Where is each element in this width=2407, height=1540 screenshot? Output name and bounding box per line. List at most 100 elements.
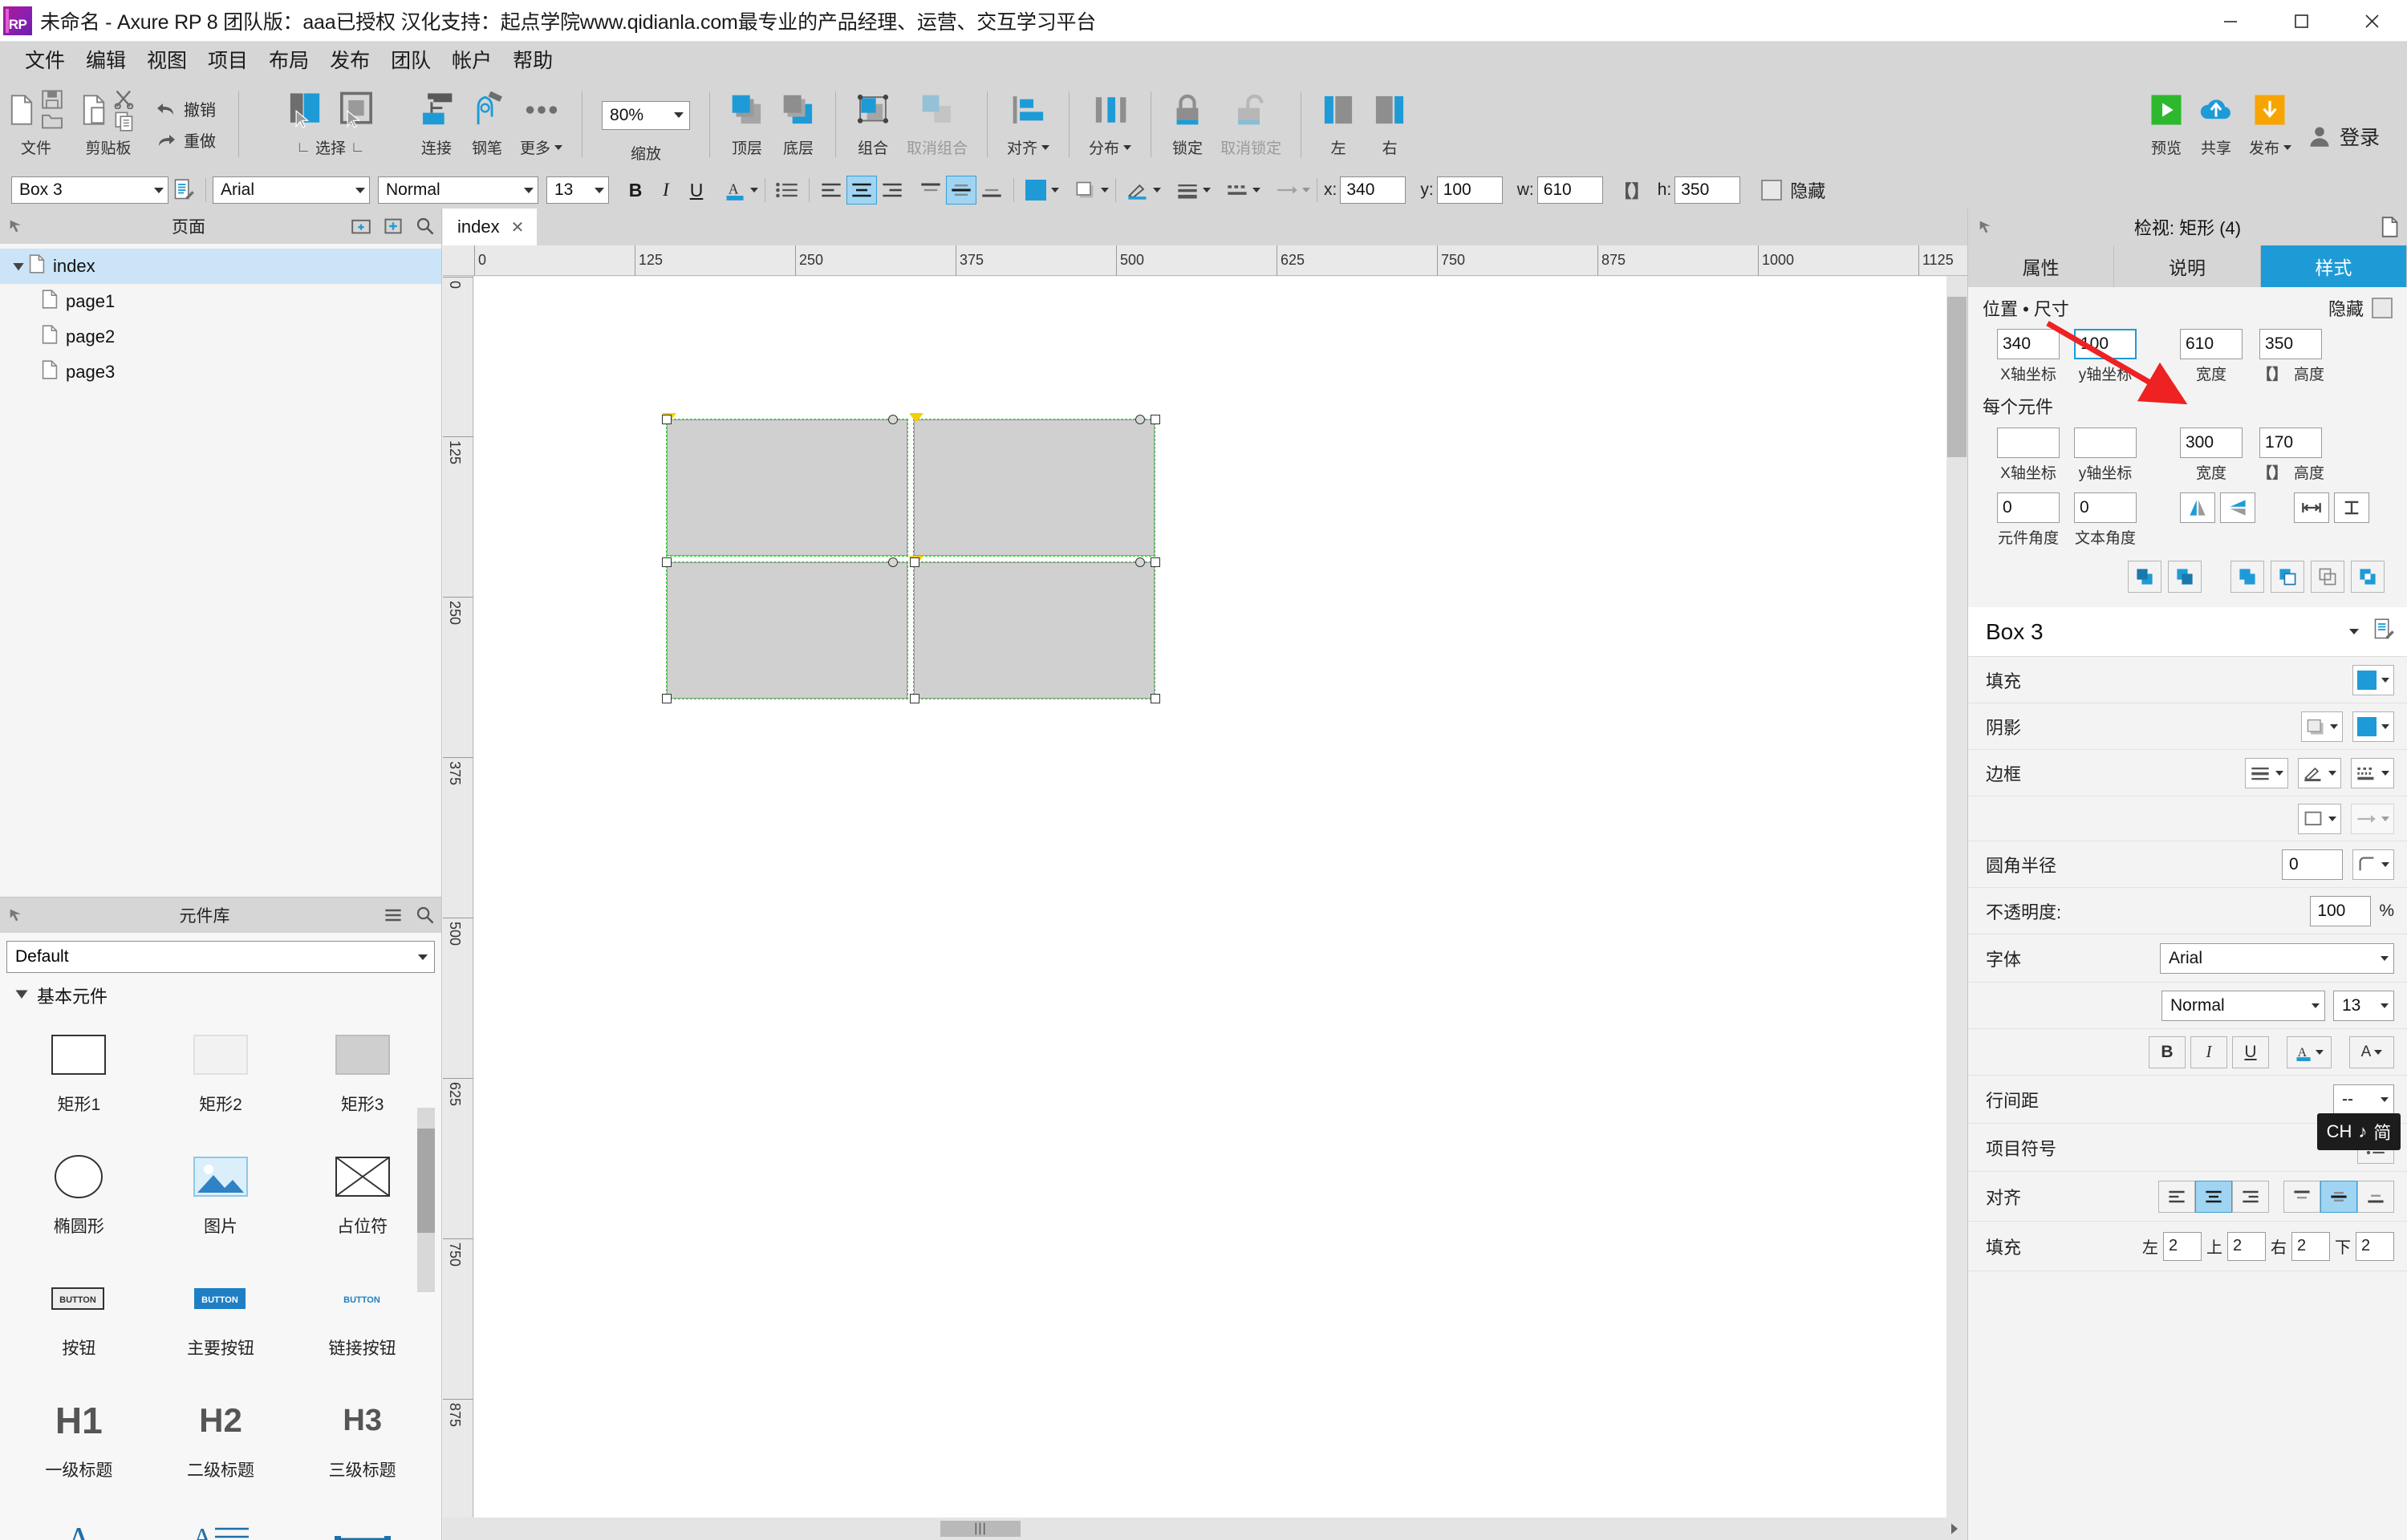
library-widget-rect1[interactable]: 矩形1 bbox=[8, 1013, 150, 1135]
font-size-select[interactable]: 13 bbox=[546, 176, 609, 204]
menu-publish[interactable]: 发布 bbox=[319, 42, 380, 77]
pages-collapse-icon[interactable] bbox=[0, 209, 32, 244]
library-scroll-thumb[interactable] bbox=[417, 1129, 435, 1233]
valign-bottom-button[interactable] bbox=[976, 176, 1007, 205]
border-sides-picker[interactable] bbox=[2298, 803, 2341, 834]
toolbar-preview[interactable]: 预览 bbox=[2141, 77, 2191, 172]
inspector-underline-button[interactable]: U bbox=[2232, 1035, 2269, 1068]
rotate-handle[interactable] bbox=[909, 413, 923, 423]
list-button[interactable] bbox=[772, 176, 802, 205]
toolbar-ungroup[interactable]: 取消组合 bbox=[899, 77, 976, 172]
inspector-bold-button[interactable]: B bbox=[2149, 1035, 2186, 1068]
inspector-h-input[interactable]: 350 bbox=[2259, 329, 2323, 359]
each-w-input[interactable]: 300 bbox=[2180, 428, 2243, 458]
resize-handle-corner[interactable] bbox=[910, 557, 919, 567]
library-widget-h1[interactable]: H1 一级标题 bbox=[8, 1379, 150, 1501]
library-widget-ellipse[interactable]: 椭圆形 bbox=[8, 1135, 150, 1257]
flip-horizontal-button[interactable] bbox=[2180, 492, 2215, 523]
fill-color-button[interactable] bbox=[1021, 176, 1059, 205]
toolbar-share[interactable]: 共享 bbox=[2191, 77, 2241, 172]
library-select[interactable]: Default bbox=[6, 941, 435, 973]
underline-button[interactable]: U bbox=[681, 176, 712, 205]
toolbar-distribute[interactable]: 分布 bbox=[1081, 77, 1139, 172]
library-widget-rect3[interactable]: 矩形3 bbox=[291, 1013, 433, 1135]
scroll-right-arrow-icon[interactable] bbox=[1948, 1522, 1961, 1539]
resize-handle-corner[interactable] bbox=[1151, 557, 1160, 567]
menu-view[interactable]: 视图 bbox=[136, 42, 197, 77]
toolbar-login[interactable]: 登录 bbox=[2299, 77, 2407, 172]
distribute-vertical-button[interactable] bbox=[2334, 492, 2369, 523]
library-widget-text[interactable]: A bbox=[8, 1501, 150, 1540]
pages-add-page-icon[interactable] bbox=[377, 209, 409, 244]
inspector-w-input[interactable]: 610 bbox=[2180, 329, 2243, 359]
text-rotation-input[interactable]: 0 bbox=[2074, 492, 2137, 523]
menu-edit[interactable]: 编辑 bbox=[75, 42, 136, 77]
inspector-doc-icon[interactable] bbox=[2372, 217, 2407, 237]
h-input[interactable]: 350 bbox=[1674, 176, 1741, 204]
resize-handle-mid[interactable] bbox=[1135, 557, 1145, 567]
padding-left-input[interactable]: 2 bbox=[2163, 1231, 2202, 1261]
pages-add-folder-icon[interactable] bbox=[345, 209, 377, 244]
border-style-picker[interactable] bbox=[2351, 757, 2394, 788]
page-tree-item-page2[interactable]: page2 bbox=[0, 319, 441, 355]
align-left-button[interactable] bbox=[816, 176, 846, 205]
canvas-hscroll-thumb[interactable]: ||| bbox=[940, 1521, 1021, 1537]
inspector-font-color-button[interactable]: A bbox=[2287, 1035, 2332, 1068]
shadow-color-picker[interactable] bbox=[2352, 711, 2394, 742]
library-widget-paragraph[interactable]: A bbox=[150, 1501, 292, 1540]
style-editor-button[interactable] bbox=[168, 176, 199, 205]
page-tree-item-page3[interactable]: page3 bbox=[0, 355, 441, 390]
exclude-button[interactable] bbox=[2351, 561, 2385, 593]
tab-notes[interactable]: 说明 bbox=[2114, 245, 2261, 287]
widget-rotation-input[interactable]: 0 bbox=[1997, 492, 2060, 523]
resize-handle-corner[interactable] bbox=[910, 694, 919, 703]
valign-middle-button[interactable] bbox=[946, 176, 976, 205]
menu-file[interactable]: 文件 bbox=[14, 42, 75, 77]
inspector-align-center-button[interactable] bbox=[2195, 1180, 2232, 1213]
y-input[interactable]: 100 bbox=[1436, 176, 1503, 204]
canvas-vscroll-thumb[interactable] bbox=[1947, 297, 1967, 457]
inspector-font-size-select[interactable]: 13 bbox=[2333, 990, 2394, 1021]
toolbar-left[interactable]: 左 bbox=[1313, 77, 1364, 172]
align-center-button[interactable] bbox=[846, 176, 877, 205]
close-button[interactable] bbox=[2336, 0, 2407, 42]
aspect-lock-icon[interactable]: 【】 bbox=[2257, 363, 2287, 384]
border-color-picker[interactable] bbox=[2298, 757, 2341, 788]
library-widget-h3[interactable]: H3 三级标题 bbox=[291, 1379, 433, 1501]
inspector-valign-middle-button[interactable] bbox=[2320, 1180, 2357, 1213]
inspector-collapse-icon[interactable] bbox=[1968, 218, 2003, 236]
search-icon[interactable] bbox=[409, 898, 441, 933]
redo-button[interactable]: 重做 bbox=[152, 127, 219, 153]
menu-project[interactable]: 项目 bbox=[197, 42, 258, 77]
resize-handle-mid[interactable] bbox=[1135, 415, 1145, 424]
arrow-ends-picker[interactable] bbox=[2351, 803, 2394, 834]
chevron-down-icon[interactable] bbox=[2349, 629, 2359, 634]
opacity-input[interactable]: 100 bbox=[2310, 895, 2372, 926]
toolbar-align[interactable]: 对齐 bbox=[999, 77, 1057, 172]
line-height-input[interactable]: -- bbox=[2333, 1084, 2394, 1115]
inspector-font-family-select[interactable]: Arial bbox=[2160, 942, 2394, 974]
inspector-hidden-checkbox[interactable] bbox=[2372, 298, 2393, 318]
style-name-row[interactable]: Box 3 bbox=[1968, 607, 2407, 657]
tab-properties[interactable]: 属性 bbox=[1968, 245, 2115, 287]
library-scrollbar[interactable] bbox=[417, 1108, 435, 1292]
toolbar-right[interactable]: 右 bbox=[1364, 77, 1415, 172]
design-canvas[interactable] bbox=[474, 277, 1949, 1522]
x-input[interactable]: 340 bbox=[1340, 176, 1406, 204]
toolbar-more-tool[interactable]: 更多 bbox=[512, 77, 570, 172]
toolbar-select-tool[interactable]: ∟ 选择 ∟ bbox=[250, 77, 411, 172]
valign-top-button[interactable] bbox=[915, 176, 946, 205]
toolbar-send-back[interactable]: 底层 bbox=[773, 77, 824, 172]
maximize-button[interactable] bbox=[2266, 0, 2336, 42]
padding-top-input[interactable]: 2 bbox=[2227, 1231, 2266, 1261]
resize-handle-corner[interactable] bbox=[662, 415, 672, 424]
library-widget-hline[interactable] bbox=[291, 1501, 433, 1540]
menu-team[interactable]: 团队 bbox=[380, 42, 441, 77]
font-color-button[interactable]: A bbox=[720, 176, 758, 205]
line-width-button[interactable] bbox=[1172, 176, 1211, 205]
shadow-style-picker[interactable] bbox=[2301, 711, 2343, 742]
bring-forward-button[interactable] bbox=[2128, 561, 2161, 593]
menu-help[interactable]: 帮助 bbox=[502, 42, 563, 77]
resize-handle-corner[interactable] bbox=[1151, 415, 1160, 424]
toolbar-clipboard-group[interactable]: 剪贴板 bbox=[72, 77, 144, 172]
